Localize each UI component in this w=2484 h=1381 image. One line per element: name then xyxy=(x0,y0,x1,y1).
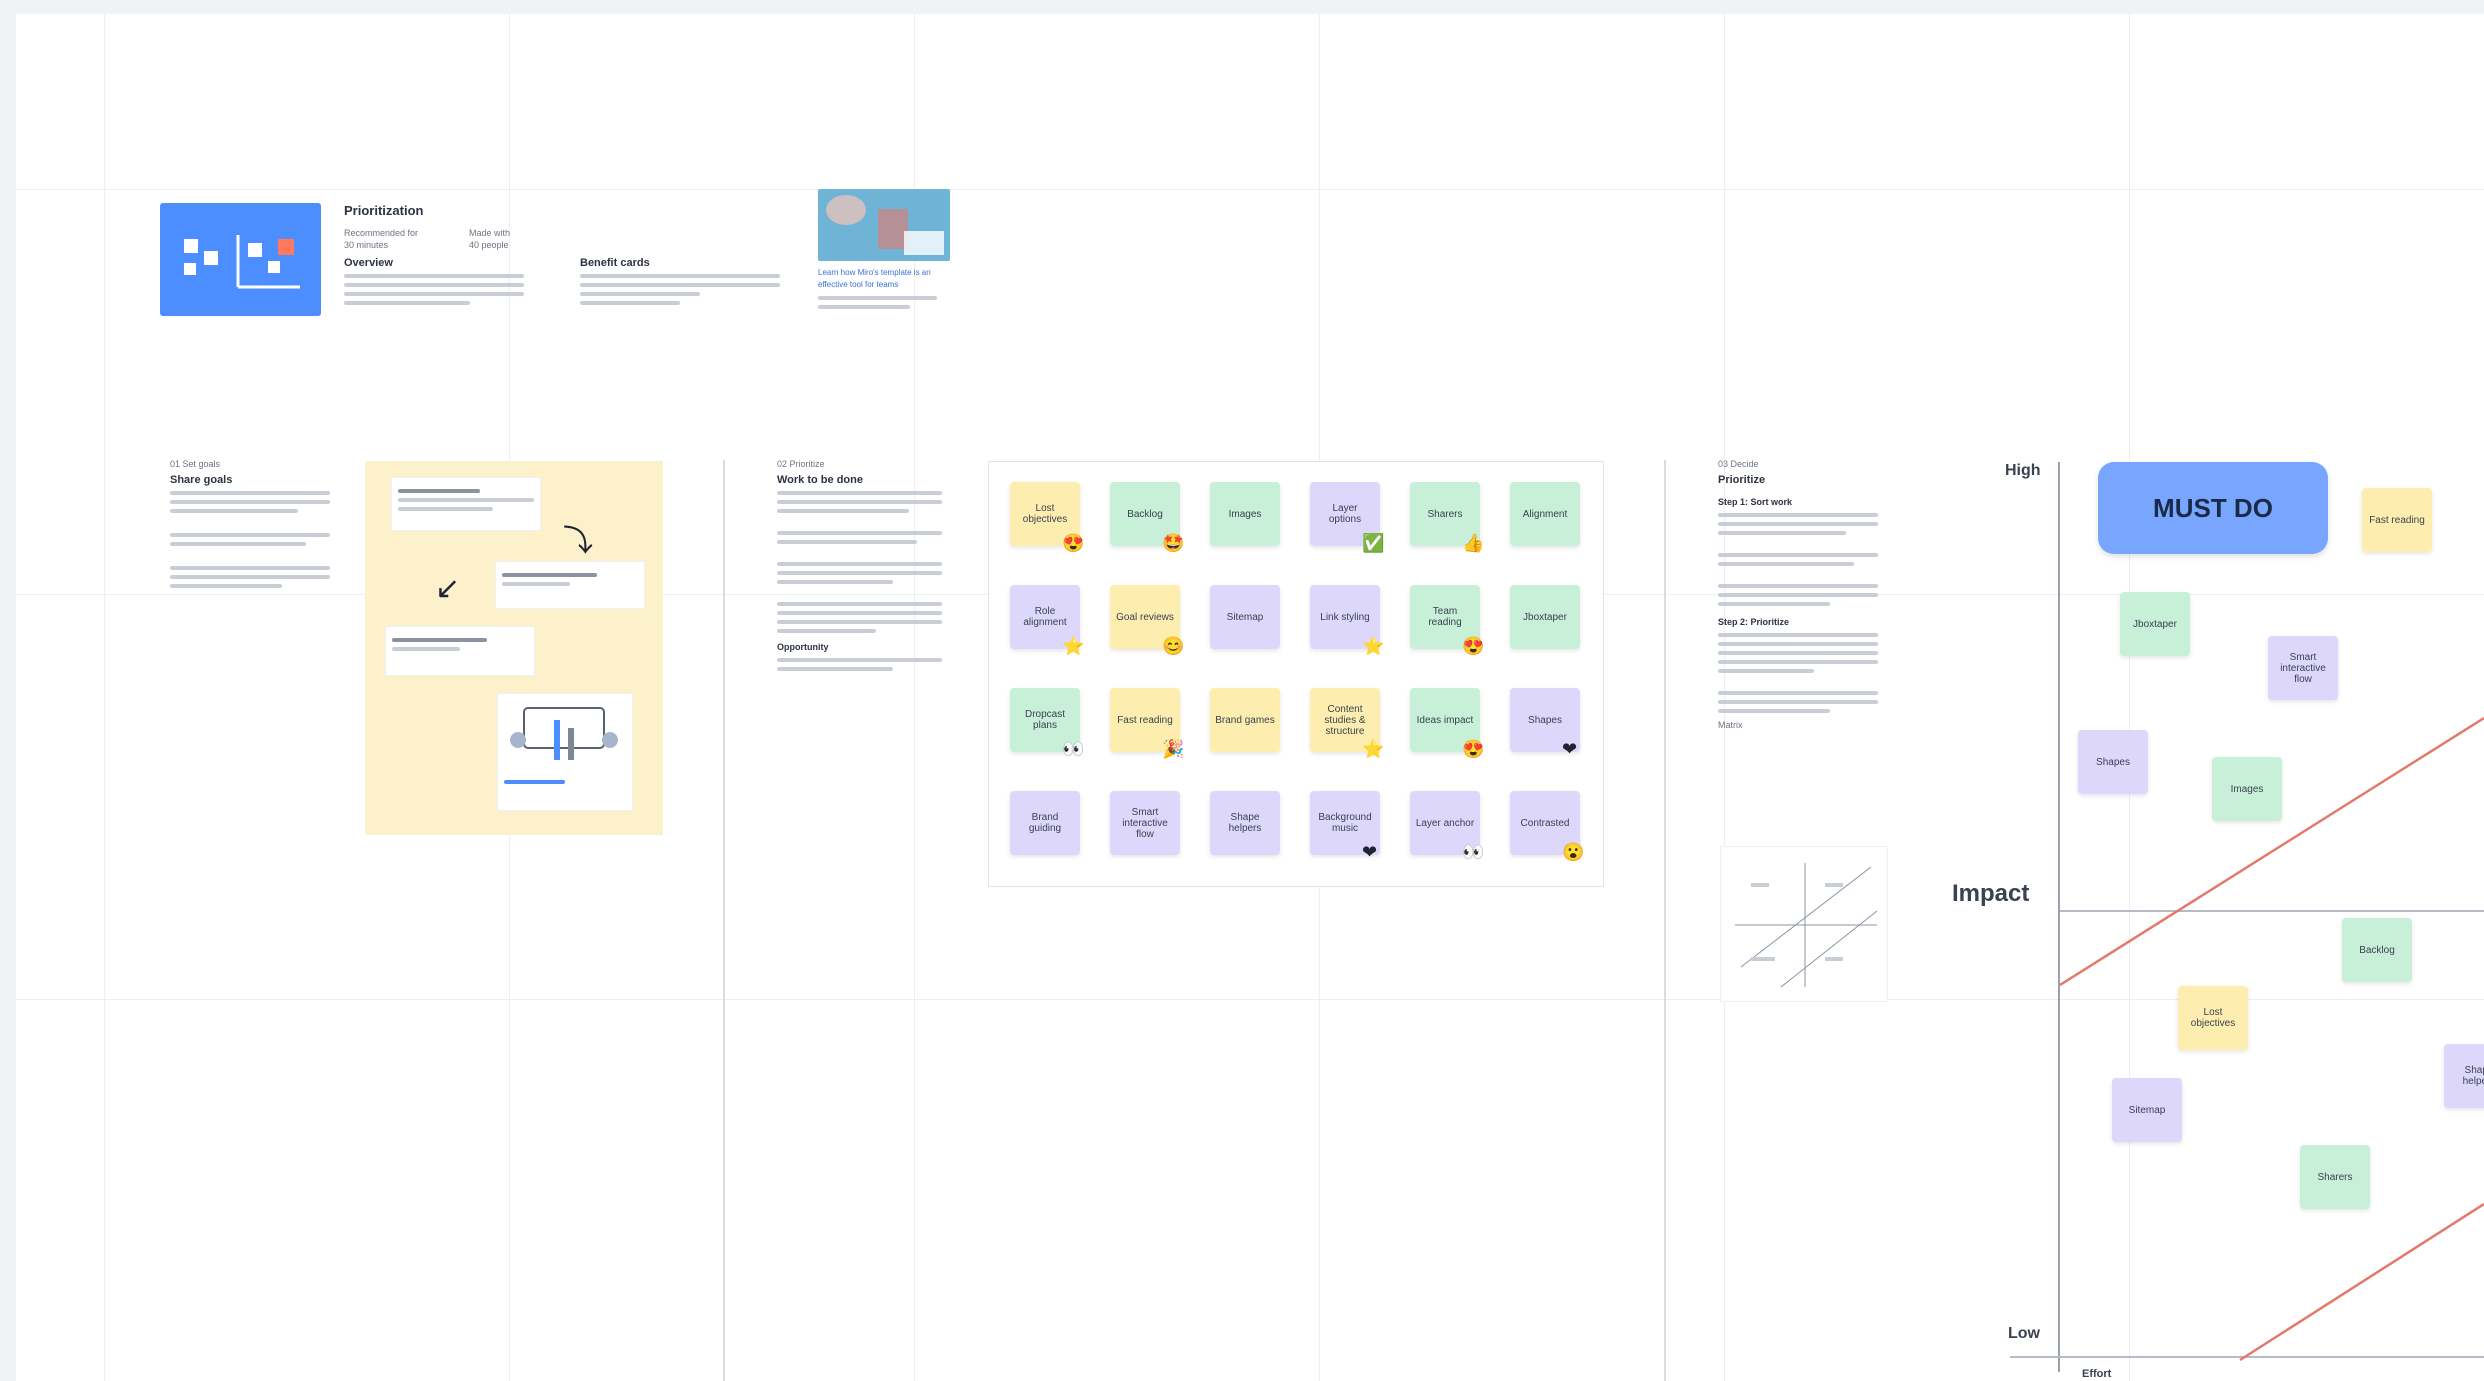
sticky-note[interactable]: Alignment xyxy=(1510,482,1580,546)
reaction-emoji-icon: ❤ xyxy=(1362,842,1378,862)
reaction-emoji-icon: ⭐ xyxy=(1362,739,1385,759)
matrix-sticky-note[interactable]: Sitemap xyxy=(2112,1078,2182,1142)
reaction-emoji-icon: 🎉 xyxy=(1162,739,1185,759)
goal-card[interactable] xyxy=(385,626,535,676)
goals-header: 01 Set goals Share goals xyxy=(170,458,330,593)
reaction-emoji-icon: 😍 xyxy=(1462,636,1485,656)
template-thumbnail[interactable] xyxy=(160,203,321,316)
mini-matrix-card[interactable] xyxy=(1720,846,1888,1002)
reaction-emoji-icon: ⭐ xyxy=(1062,636,1085,656)
overview-heading: Overview xyxy=(344,257,393,269)
goal-card[interactable] xyxy=(495,561,645,609)
frame-divider xyxy=(723,460,725,1381)
reaction-emoji-icon: ❤ xyxy=(1562,739,1578,759)
goals-title: Share goals xyxy=(170,474,233,486)
goal-card[interactable] xyxy=(391,477,541,531)
matrix-sticky-note[interactable]: Backlog xyxy=(2342,918,2412,982)
sticky-note[interactable]: Brand games xyxy=(1210,688,1280,752)
reaction-emoji-icon: ⭐ xyxy=(1362,636,1385,656)
goals-tag: 01 Set goals xyxy=(170,459,221,469)
video-thumbnail[interactable] xyxy=(818,189,950,261)
prioritize-header: 03 Decide Prioritize Step 1: Sort work S… xyxy=(1718,458,1878,731)
reaction-emoji-icon: 😊 xyxy=(1162,636,1185,656)
intro-meta-a: Recommended for xyxy=(344,228,419,238)
team-illustration-icon xyxy=(510,707,618,760)
intro-meta-a-sub: 30 minutes xyxy=(344,240,389,250)
reaction-emoji-icon: 😍 xyxy=(1462,739,1485,759)
illustration-card[interactable] xyxy=(497,693,633,811)
work-tag: 02 Prioritize xyxy=(777,459,825,469)
video-link[interactable]: Learn how Miro's template is an effectiv… xyxy=(818,267,950,291)
intro-meta-b-sub: 40 people xyxy=(469,240,509,250)
sticky-note[interactable]: Smart interactive flow xyxy=(1110,791,1180,855)
work-title: Work to be done xyxy=(777,474,863,486)
reaction-emoji-icon: 😮 xyxy=(1562,842,1585,862)
matrix-sticky-note[interactable]: Shapes xyxy=(2078,730,2148,794)
sticky-note[interactable]: Sitemap xyxy=(1210,585,1280,649)
video-card[interactable]: Learn how Miro's template is an effectiv… xyxy=(818,189,950,329)
matrix-sticky-note[interactable]: Sharers xyxy=(2300,1145,2370,1209)
step1-label: Step 1: Sort work xyxy=(1718,497,1793,507)
prioritize-title: Prioritize xyxy=(1718,474,1766,486)
intro-meta-b: Made with xyxy=(469,228,511,238)
sticky-note[interactable]: Shape helpers xyxy=(1210,791,1280,855)
reaction-emoji-icon: 😍 xyxy=(1062,533,1085,553)
chart-icon xyxy=(184,235,300,289)
mini-matrix-icon xyxy=(1735,863,1878,988)
goals-board[interactable]: ⤵ ↙ xyxy=(365,461,663,835)
matrix-sticky-note[interactable]: Images xyxy=(2212,757,2282,821)
axis-low-label: Low xyxy=(2008,1325,2040,1342)
axis-impact-label: Impact xyxy=(1952,880,2030,907)
work-header: 02 Prioritize Work to be done Opportunit… xyxy=(777,458,942,676)
matrix-sticky-note[interactable]: Shape helpers xyxy=(2444,1044,2484,1108)
reaction-emoji-icon: ✅ xyxy=(1362,533,1385,553)
sticky-note[interactable]: Jboxtaper xyxy=(1510,585,1580,649)
reaction-emoji-icon: 👍 xyxy=(1462,533,1485,553)
matrix-sticky-note[interactable]: Lost objectives xyxy=(2178,986,2248,1050)
intro-title: Prioritization xyxy=(344,203,424,218)
matrix-sticky-note[interactable]: Smart interactive flow xyxy=(2268,636,2338,700)
matrix-sticky-note[interactable]: Fast reading xyxy=(2362,488,2432,552)
sticky-note[interactable]: Images xyxy=(1210,482,1280,546)
matrix-sticky-note[interactable]: Jboxtaper xyxy=(2120,592,2190,656)
axis-high-label: High xyxy=(2005,462,2041,479)
benefits-heading: Benefit cards xyxy=(580,257,650,269)
sticky-note[interactable]: Brand guiding xyxy=(1010,791,1080,855)
prioritize-tag: 03 Decide xyxy=(1718,459,1759,469)
reaction-emoji-icon: 👀 xyxy=(1062,739,1085,759)
intro-text-block: Prioritization Recommended for 30 minute… xyxy=(344,203,794,325)
matrix-thumb-label: Matrix xyxy=(1718,720,1743,730)
step2-label: Step 2: Prioritize xyxy=(1718,617,1790,627)
reaction-emoji-icon: 🤩 xyxy=(1162,533,1185,553)
arrow-icon: ↙ xyxy=(435,572,461,605)
reaction-emoji-icon: 👀 xyxy=(1462,842,1485,862)
arrow-icon: ⤵ xyxy=(563,525,593,558)
frame-divider xyxy=(1664,460,1666,1381)
work-subhead: Opportunity xyxy=(777,642,829,652)
must-do-label[interactable]: MUST DO xyxy=(2098,462,2328,554)
